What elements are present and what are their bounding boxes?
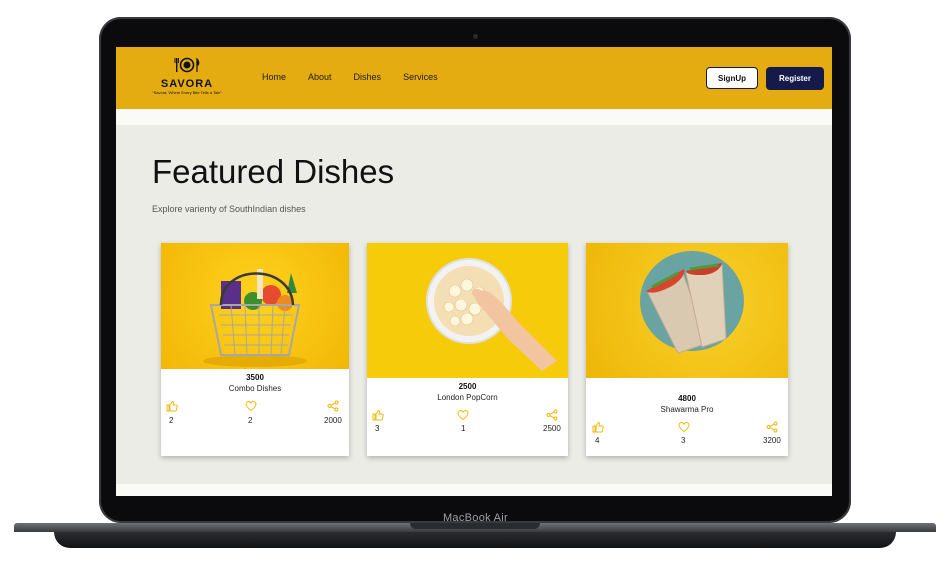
- nav-link-services[interactable]: Services: [403, 72, 438, 82]
- page-title: Featured Dishes: [152, 153, 395, 190]
- dish-price: 4800: [678, 394, 696, 403]
- hearts-count: 2: [248, 416, 253, 425]
- share-icon[interactable]: [766, 421, 778, 433]
- dish-price: 2500: [458, 382, 477, 391]
- heart-icon[interactable]: [457, 409, 469, 421]
- device-label: MacBook Air: [442, 512, 509, 524]
- logo-tagline: "Savora: Where Every Bite Tells a Tale": [152, 90, 222, 95]
- base-top: [14, 523, 936, 532]
- shares-count: 3200: [763, 436, 781, 445]
- page-subtitle: Explore varienty of SouthIndian dishes: [152, 204, 306, 214]
- nav-menu: Home About Dishes Services: [262, 72, 438, 82]
- footer-strip: [116, 484, 832, 496]
- base-bottom: [54, 532, 896, 548]
- likes-count: 2: [169, 416, 174, 425]
- dish-name: Shawarma Pro: [660, 405, 714, 414]
- share-icon[interactable]: [546, 409, 558, 421]
- dish-card-shawarma[interactable]: 4800 Shawarma Pro 4 3 3200: [586, 243, 788, 456]
- thumbs-up-icon[interactable]: [372, 409, 384, 421]
- popcorn-image: [367, 243, 568, 378]
- likes-count: 3: [375, 424, 380, 433]
- heart-icon[interactable]: [245, 400, 257, 412]
- heart-icon[interactable]: [678, 421, 690, 433]
- thumbs-up-icon[interactable]: [592, 421, 604, 433]
- shares-count: 2500: [543, 424, 561, 433]
- nav-link-dishes[interactable]: Dishes: [354, 72, 382, 82]
- basket-image: [161, 243, 349, 369]
- hearts-count: 3: [681, 436, 686, 445]
- laptop-base: [14, 523, 936, 549]
- camera-icon: [473, 34, 478, 39]
- dish-name: Combo Dishes: [228, 384, 282, 393]
- shawarma-image: [586, 243, 788, 378]
- screen: SAVORA "Savora: Where Every Bite Tells a…: [116, 47, 832, 496]
- hearts-count: 1: [461, 424, 466, 433]
- register-button[interactable]: Register: [766, 67, 824, 90]
- shares-count: 2000: [324, 416, 342, 425]
- logo-name: SAVORA: [160, 78, 214, 90]
- dish-card-popcorn[interactable]: 2500 London PopCorn 3 1 2500: [367, 243, 568, 456]
- nav-link-home[interactable]: Home: [262, 72, 286, 82]
- logo[interactable]: SAVORA "Savora: Where Every Bite Tells a…: [144, 57, 230, 101]
- nav-divider-strip: [116, 109, 832, 125]
- popcorn-image-graphic: [426, 258, 557, 371]
- cutlery-plate-icon: [174, 57, 200, 73]
- dish-card-combo[interactable]: 3500 Combo Dishes 2 2 2000: [161, 243, 349, 456]
- signup-button[interactable]: SignUp: [706, 67, 758, 89]
- basket-image-graphic: [203, 269, 307, 367]
- dish-name: London PopCorn: [437, 393, 498, 402]
- dish-price: 3500: [246, 373, 264, 382]
- likes-count: 4: [595, 436, 600, 445]
- navbar: SAVORA "Savora: Where Every Bite Tells a…: [116, 47, 832, 109]
- thumbs-up-icon[interactable]: [166, 400, 178, 412]
- shawarma-image-graphic: [640, 251, 744, 354]
- nav-link-about[interactable]: About: [308, 72, 332, 82]
- share-icon[interactable]: [327, 400, 339, 412]
